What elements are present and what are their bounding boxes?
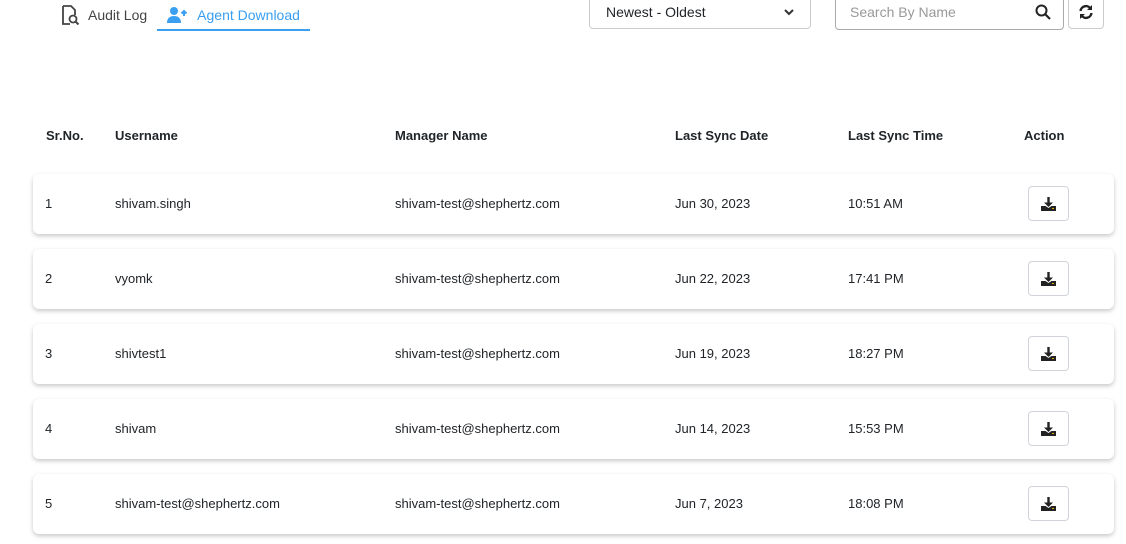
header-last-sync-date: Last Sync Date	[675, 128, 769, 143]
download-icon	[1041, 496, 1056, 511]
cell-username: shivam.singh	[115, 196, 191, 211]
table-row: 2 vyomk shivam-test@shephertz.com Jun 22, 2…	[33, 249, 1114, 309]
cell-last-sync-date: Jun 14, 2023	[675, 421, 751, 436]
cell-sr-no: 1	[45, 196, 53, 211]
cell-last-sync-time: 18:27 PM	[848, 346, 904, 361]
cell-manager-name: shivam-test@shephertz.com	[395, 496, 560, 511]
cell-manager-name: shivam-test@shephertz.com	[395, 271, 560, 286]
table-row: 4 shivam shivam-test@shephertz.com Jun 14, …	[33, 399, 1114, 459]
header-last-sync-time: Last Sync Time	[848, 128, 944, 143]
cell-manager-name: shivam-test@shephertz.com	[395, 421, 560, 436]
refresh-button[interactable]	[1068, 0, 1104, 29]
user-upload-icon	[167, 6, 188, 23]
download-icon	[1041, 421, 1056, 436]
sort-selected: Newest - Oldest	[606, 3, 706, 20]
download-icon	[1041, 196, 1056, 211]
tab-label: Audit Log	[88, 6, 148, 23]
cell-last-sync-time: 18:08 PM	[848, 496, 904, 511]
refresh-icon	[1079, 4, 1093, 19]
cell-username: vyomk	[115, 271, 153, 286]
search-box	[835, 0, 1064, 30]
cell-last-sync-date: Jun 19, 2023	[675, 346, 751, 361]
download-icon	[1041, 346, 1056, 361]
cell-last-sync-date: Jun 30, 2023	[675, 196, 751, 211]
cell-last-sync-time: 10:51 AM	[848, 196, 903, 211]
cell-last-sync-time: 15:53 PM	[848, 421, 904, 436]
sort-select[interactable]: Newest - Oldest	[589, 0, 811, 29]
cell-username: shivtest1	[115, 346, 167, 361]
table-row: 5 shivam-test@shephertz.com shivam-test@sh…	[33, 474, 1114, 534]
file-search-icon	[62, 4, 80, 25]
search-input[interactable]	[848, 3, 1022, 21]
download-button[interactable]	[1028, 336, 1069, 371]
download-button[interactable]	[1028, 261, 1069, 296]
search-icon[interactable]	[1035, 4, 1051, 20]
download-button[interactable]	[1028, 186, 1069, 221]
cell-sr-no: 3	[45, 346, 53, 361]
tab-bar: Audit Log Agent Download	[50, 0, 310, 31]
header-action: Action	[1024, 128, 1065, 143]
download-button[interactable]	[1028, 411, 1069, 446]
cell-sr-no: 4	[45, 421, 53, 436]
tab-label: Agent Download	[197, 6, 300, 23]
header-manager-name: Manager Name	[395, 128, 488, 143]
cell-last-sync-date: Jun 7, 2023	[675, 496, 743, 511]
cell-sr-no: 2	[45, 271, 53, 286]
cell-sr-no: 5	[45, 496, 53, 511]
cell-manager-name: shivam-test@shephertz.com	[395, 346, 560, 361]
tab-agent-download[interactable]: Agent Download	[157, 0, 310, 31]
cell-manager-name: shivam-test@shephertz.com	[395, 196, 560, 211]
download-button[interactable]	[1028, 486, 1069, 521]
table-row: 1 shivam.singh shivam-test@shephertz.com Ju…	[33, 174, 1114, 234]
header-username: Username	[115, 128, 178, 143]
cell-username: shivam-test@shephertz.com	[115, 496, 280, 511]
tab-audit-log[interactable]: Audit Log	[50, 0, 157, 29]
table-row: 3 shivtest1 shivam-test@shephertz.com Jun 1…	[33, 324, 1114, 384]
cell-last-sync-date: Jun 22, 2023	[675, 271, 751, 286]
cell-last-sync-time: 17:41 PM	[848, 271, 904, 286]
download-icon	[1041, 271, 1056, 286]
header-sr-no: Sr.No.	[46, 128, 84, 143]
cell-username: shivam	[115, 421, 157, 436]
chevron-down-icon	[784, 8, 794, 15]
